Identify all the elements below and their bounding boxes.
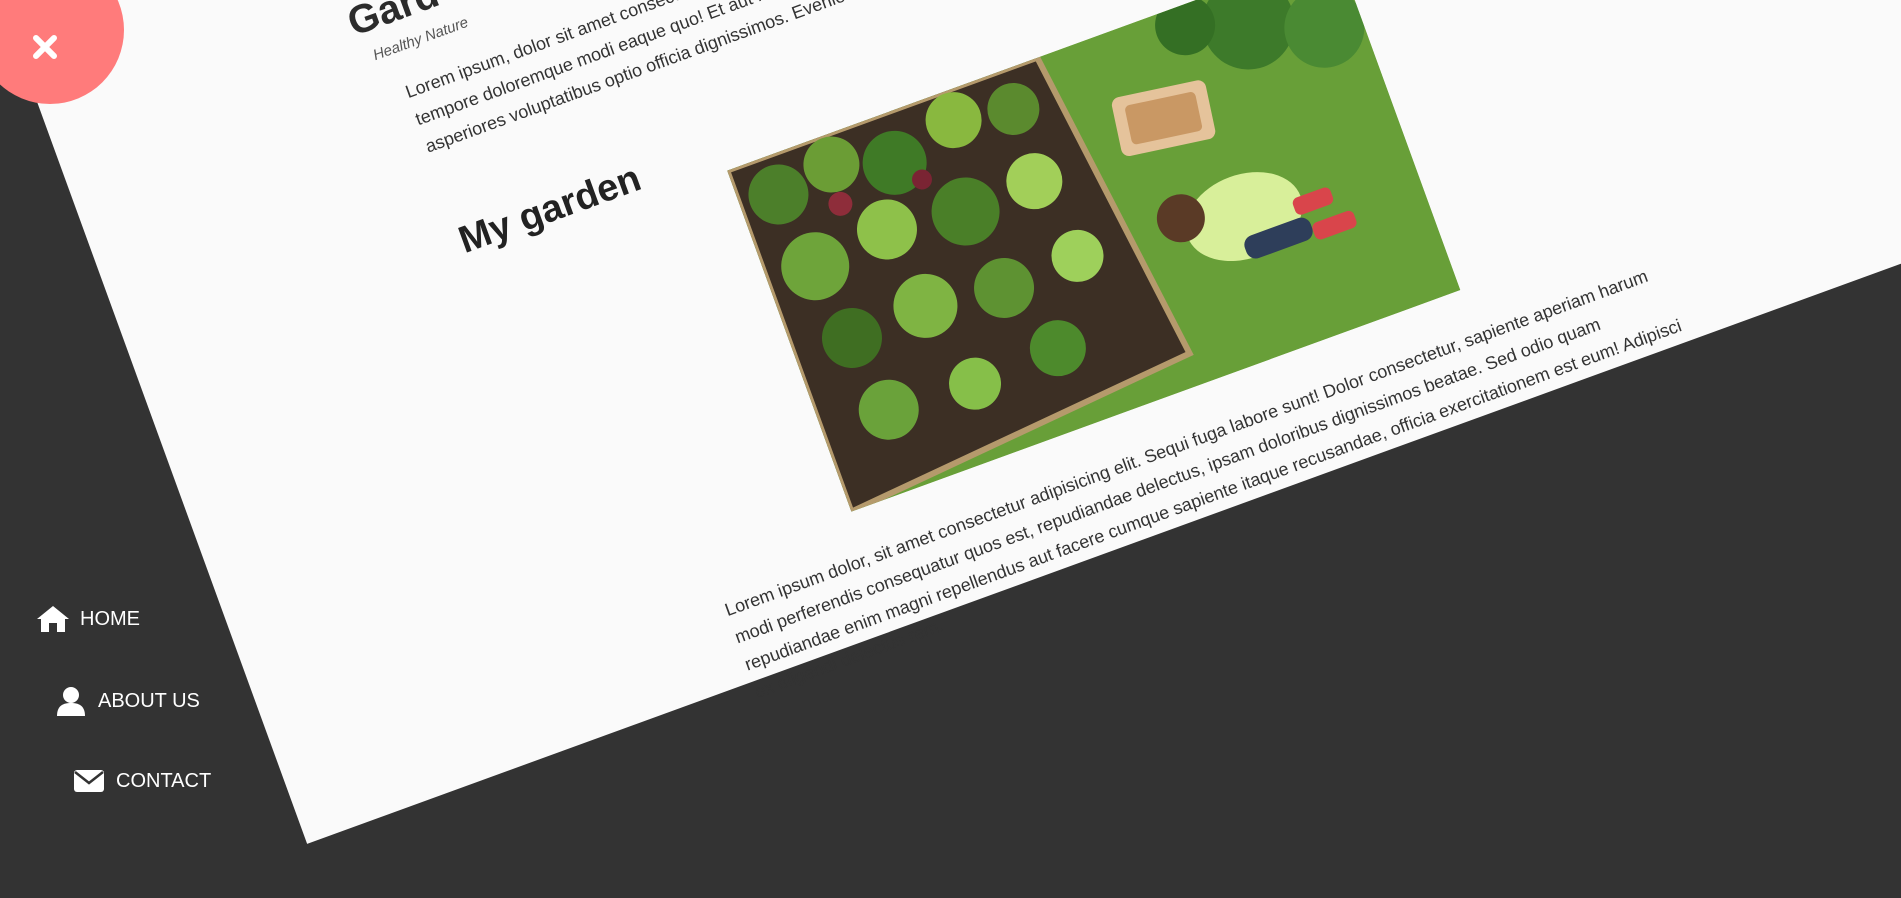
user-icon — [54, 686, 88, 716]
rotated-page: Gard Healthy Nature Lorem ipsum, dolor s… — [0, 0, 1901, 844]
nav-item-label: CONTACT — [116, 769, 212, 792]
nav-item-label: HOME — [80, 607, 140, 630]
nav-item-about-us[interactable]: ABOUT US — [54, 686, 200, 716]
envelope-icon — [72, 766, 106, 796]
nav-item-contact[interactable]: CONTACT — [72, 766, 211, 796]
page-content: Gard Healthy Nature Lorem ipsum, dolor s… — [342, 0, 1752, 702]
nav-item-home[interactable]: HOME — [36, 604, 140, 634]
nav-item-label: ABOUT US — [98, 689, 200, 712]
close-icon — [33, 35, 57, 59]
home-icon — [36, 604, 70, 634]
section-title: My garden — [453, 157, 647, 262]
